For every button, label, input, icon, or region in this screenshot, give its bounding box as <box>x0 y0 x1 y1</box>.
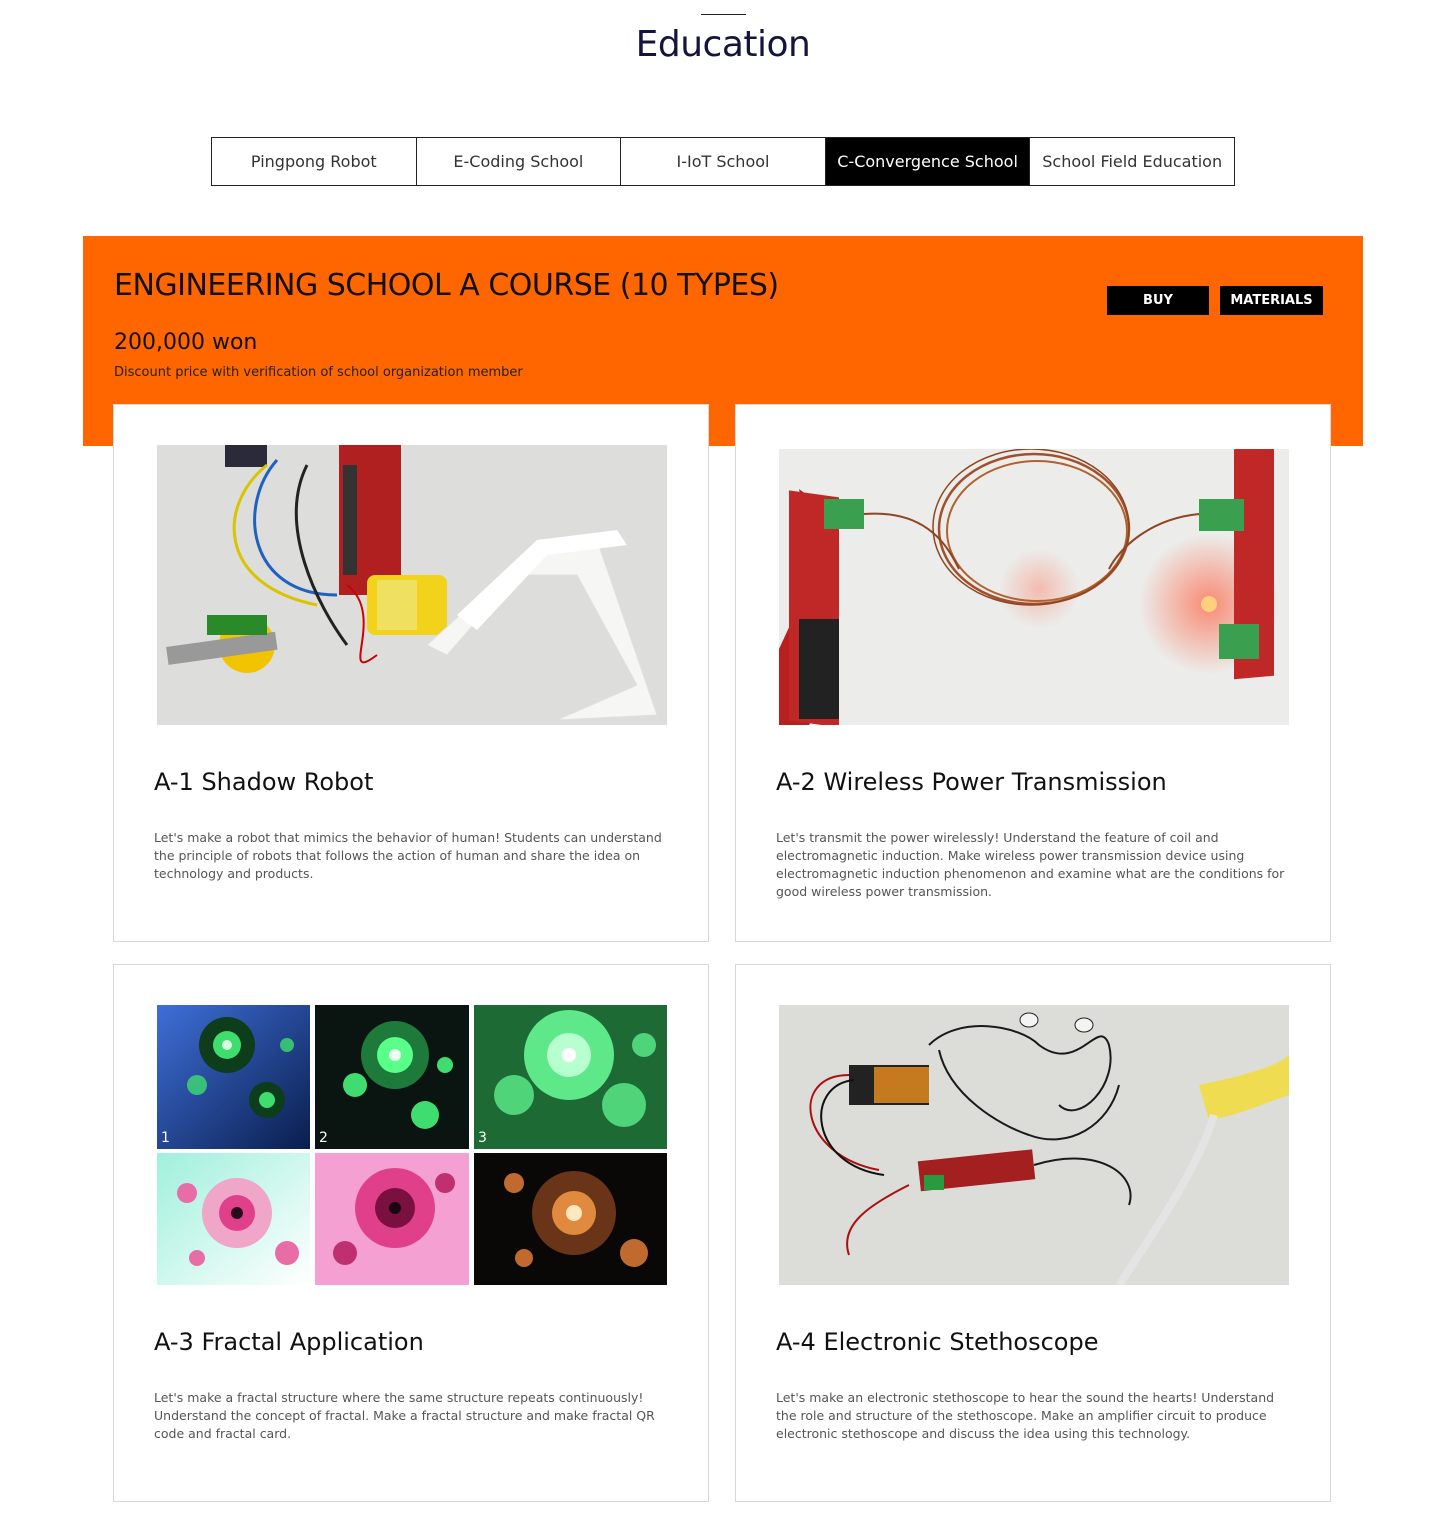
wireless-power-image <box>779 449 1289 725</box>
card-description: Let's make an electronic stethoscope to … <box>776 1390 1275 1441</box>
fractal-panel-2: 2 <box>315 1005 469 1149</box>
fractal-panel-1: 1 <box>157 1005 310 1149</box>
fractal-panel-number: 3 <box>478 1130 487 1146</box>
card-title: A-1 Shadow Robot <box>154 768 374 796</box>
buy-button[interactable]: BUY <box>1107 286 1209 315</box>
card-description: Let's transmit the power wirelessly! Und… <box>776 830 1285 899</box>
tab-i-iot-school[interactable]: I-IoT School <box>621 138 826 185</box>
fractal-panel-number: 2 <box>319 1130 328 1146</box>
fractal-panel-6 <box>474 1153 667 1285</box>
card-title: A-4 Electronic Stethoscope <box>776 1328 1099 1356</box>
title-rule <box>701 14 746 15</box>
tab-pingpong-robot[interactable]: Pingpong Robot <box>212 138 417 185</box>
course-card-stethoscope: A-4 Electronic Stethoscope Let's make an… <box>735 964 1331 1502</box>
course-card-wireless-power: A-2 Wireless Power Transmission Let's tr… <box>735 404 1331 942</box>
tab-c-convergence-school[interactable]: C-Convergence School <box>825 138 1031 185</box>
fractal-image-grid: 1 2 3 <box>157 1005 667 1285</box>
card-description: Let's make a fractal structure where the… <box>154 1390 655 1441</box>
fractal-panel-number: 1 <box>161 1130 170 1146</box>
card-description: Let's make a robot that mimics the behav… <box>154 830 662 881</box>
card-title: A-2 Wireless Power Transmission <box>776 768 1167 796</box>
course-price: 200,000 won <box>114 330 258 355</box>
course-card-shadow-robot: A-1 Shadow Robot Let's make a robot that… <box>113 404 709 942</box>
card-title: A-3 Fractal Application <box>154 1328 424 1356</box>
materials-button[interactable]: MATERIALS <box>1220 286 1323 315</box>
page-title: Education <box>635 24 811 65</box>
education-tabs: Pingpong Robot E-Coding School I-IoT Sch… <box>211 137 1235 186</box>
shadow-robot-image <box>157 445 667 725</box>
fractal-panel-4 <box>157 1153 310 1285</box>
course-title-types: (10 TYPES) <box>619 268 779 303</box>
discount-note: Discount price with verification of scho… <box>114 365 523 380</box>
tab-e-coding-school[interactable]: E-Coding School <box>417 138 622 185</box>
course-title: ENGINEERING SCHOOL A COURSE (10 TYPES) <box>114 268 779 303</box>
fractal-panel-3: 3 <box>474 1005 667 1149</box>
course-title-main: ENGINEERING SCHOOL A COURSE <box>114 268 611 303</box>
course-card-fractal: 1 2 3 A-3 Fractal Application Let's make… <box>113 964 709 1502</box>
stethoscope-image <box>779 1005 1289 1285</box>
tab-school-field-education[interactable]: School Field Education <box>1030 138 1234 185</box>
fractal-panel-5 <box>315 1153 469 1285</box>
